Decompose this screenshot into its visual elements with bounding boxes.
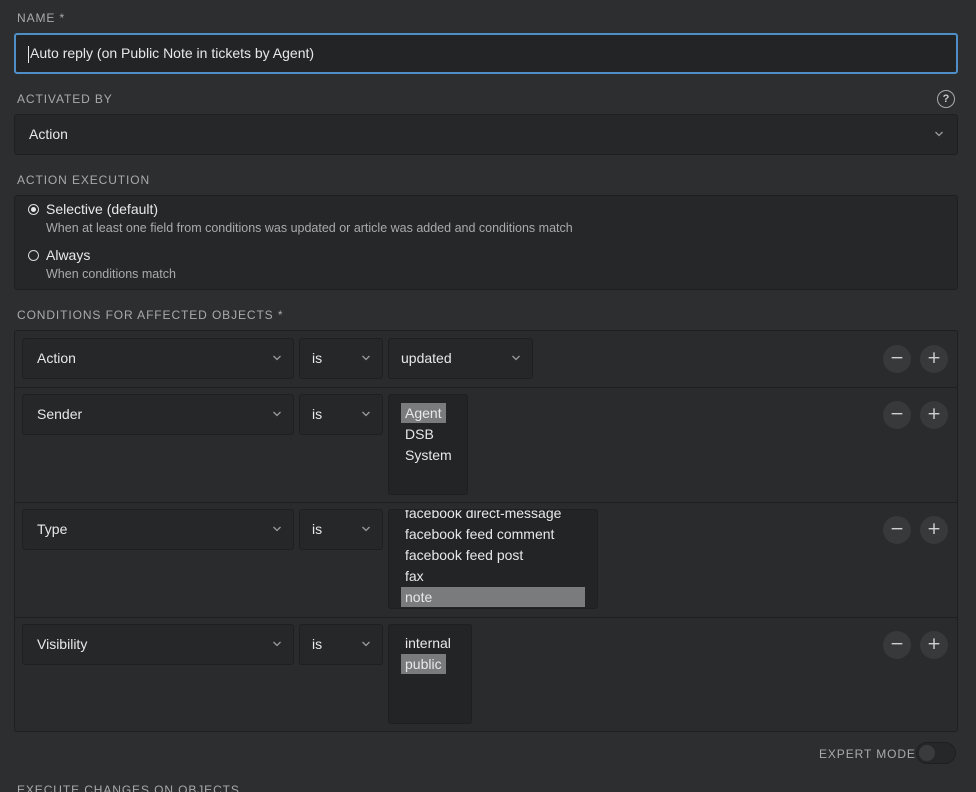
activated-by-label: ACTIVATED BY [17,92,113,106]
help-icon[interactable]: ? [937,90,955,108]
condition-attribute-select[interactable]: Visibility [22,624,294,665]
condition-operator-value: is [312,406,323,422]
multiselect-option[interactable]: DSB [401,424,438,444]
condition-attribute-value: Sender [37,406,83,422]
name-input-value: Auto reply (on Public Note in tickets by… [30,45,315,61]
condition-attribute-select[interactable]: Type [22,509,294,550]
add-condition-button[interactable]: + [920,631,948,659]
condition-operator-value: is [312,521,323,537]
condition-operator-select[interactable]: is [299,624,383,665]
condition-row: Action is updated − + [15,331,957,388]
remove-condition-button[interactable]: − [883,345,911,373]
condition-operator-select[interactable]: is [299,338,383,379]
condition-attribute-value: Action [37,350,76,366]
chevron-down-icon [362,355,370,361]
radio-selective[interactable] [28,204,39,215]
chevron-down-icon [512,355,520,361]
radio-always[interactable] [28,250,39,261]
add-condition-button[interactable]: + [920,516,948,544]
condition-multiselect[interactable]: internal public [388,624,472,724]
condition-operator-select[interactable]: is [299,394,383,435]
multiselect-option[interactable]: facebook direct-message [401,510,565,523]
chevron-down-icon [273,355,281,361]
condition-attribute-value: Visibility [37,636,88,652]
chevron-down-icon [273,411,281,417]
multiselect-option[interactable]: internal [401,633,455,653]
activated-by-select[interactable]: Action [14,114,958,155]
condition-value-select[interactable]: updated [388,338,533,379]
condition-row: Sender is Agent DSB System − + [15,388,957,503]
multiselect-option[interactable]: public [401,654,446,674]
add-condition-button[interactable]: + [920,401,948,429]
condition-row: Visibility is internal public − + [15,618,957,731]
multiselect-option[interactable]: facebook feed post [401,545,527,565]
condition-attribute-value: Type [37,521,68,537]
condition-operator-value: is [312,636,323,652]
condition-value: updated [401,350,452,366]
conditions-label: CONDITIONS FOR AFFECTED OBJECTS * [17,308,284,322]
remove-condition-button[interactable]: − [883,631,911,659]
remove-condition-button[interactable]: − [883,516,911,544]
condition-operator-select[interactable]: is [299,509,383,550]
chevron-down-icon [273,641,281,647]
condition-attribute-select[interactable]: Sender [22,394,294,435]
text-caret [28,45,29,63]
chevron-down-icon [362,411,370,417]
condition-attribute-select[interactable]: Action [22,338,294,379]
option-title-selective: Selective (default) [46,201,159,217]
option-desc-always: When conditions match [46,267,176,281]
chevron-down-icon [362,641,370,647]
condition-multiselect[interactable]: Agent DSB System [388,394,468,495]
condition-multiselect[interactable]: facebook direct-message facebook feed co… [388,509,598,609]
multiselect-option[interactable]: Agent [401,403,446,423]
chevron-down-icon [935,131,943,137]
conditions-container: Action is updated − + Sender is Agent DS… [14,330,958,732]
condition-operator-value: is [312,350,323,366]
name-input[interactable]: Auto reply (on Public Note in tickets by… [14,33,958,74]
add-condition-button[interactable]: + [920,345,948,373]
option-desc-selective: When at least one field from conditions … [46,221,573,235]
execute-changes-label: EXECUTE CHANGES ON OBJECTS [17,783,240,792]
name-label: NAME * [17,11,66,25]
chevron-down-icon [362,526,370,532]
remove-condition-button[interactable]: − [883,401,911,429]
toggle-knob [919,745,935,761]
multiselect-option[interactable]: facebook feed comment [401,524,558,544]
multiselect-option[interactable]: note [401,587,585,607]
activated-by-value: Action [29,126,68,142]
expert-mode-label: EXPERT MODE [819,747,916,761]
expert-mode-toggle[interactable] [916,742,956,764]
multiselect-option[interactable]: System [401,445,456,465]
action-execution-panel: Selective (default) When at least one fi… [14,195,958,290]
chevron-down-icon [273,526,281,532]
action-execution-label: ACTION EXECUTION [17,173,151,187]
multiselect-option[interactable]: fax [401,566,428,586]
option-title-always: Always [46,247,91,263]
condition-row: Type is facebook direct-message facebook… [15,503,957,618]
